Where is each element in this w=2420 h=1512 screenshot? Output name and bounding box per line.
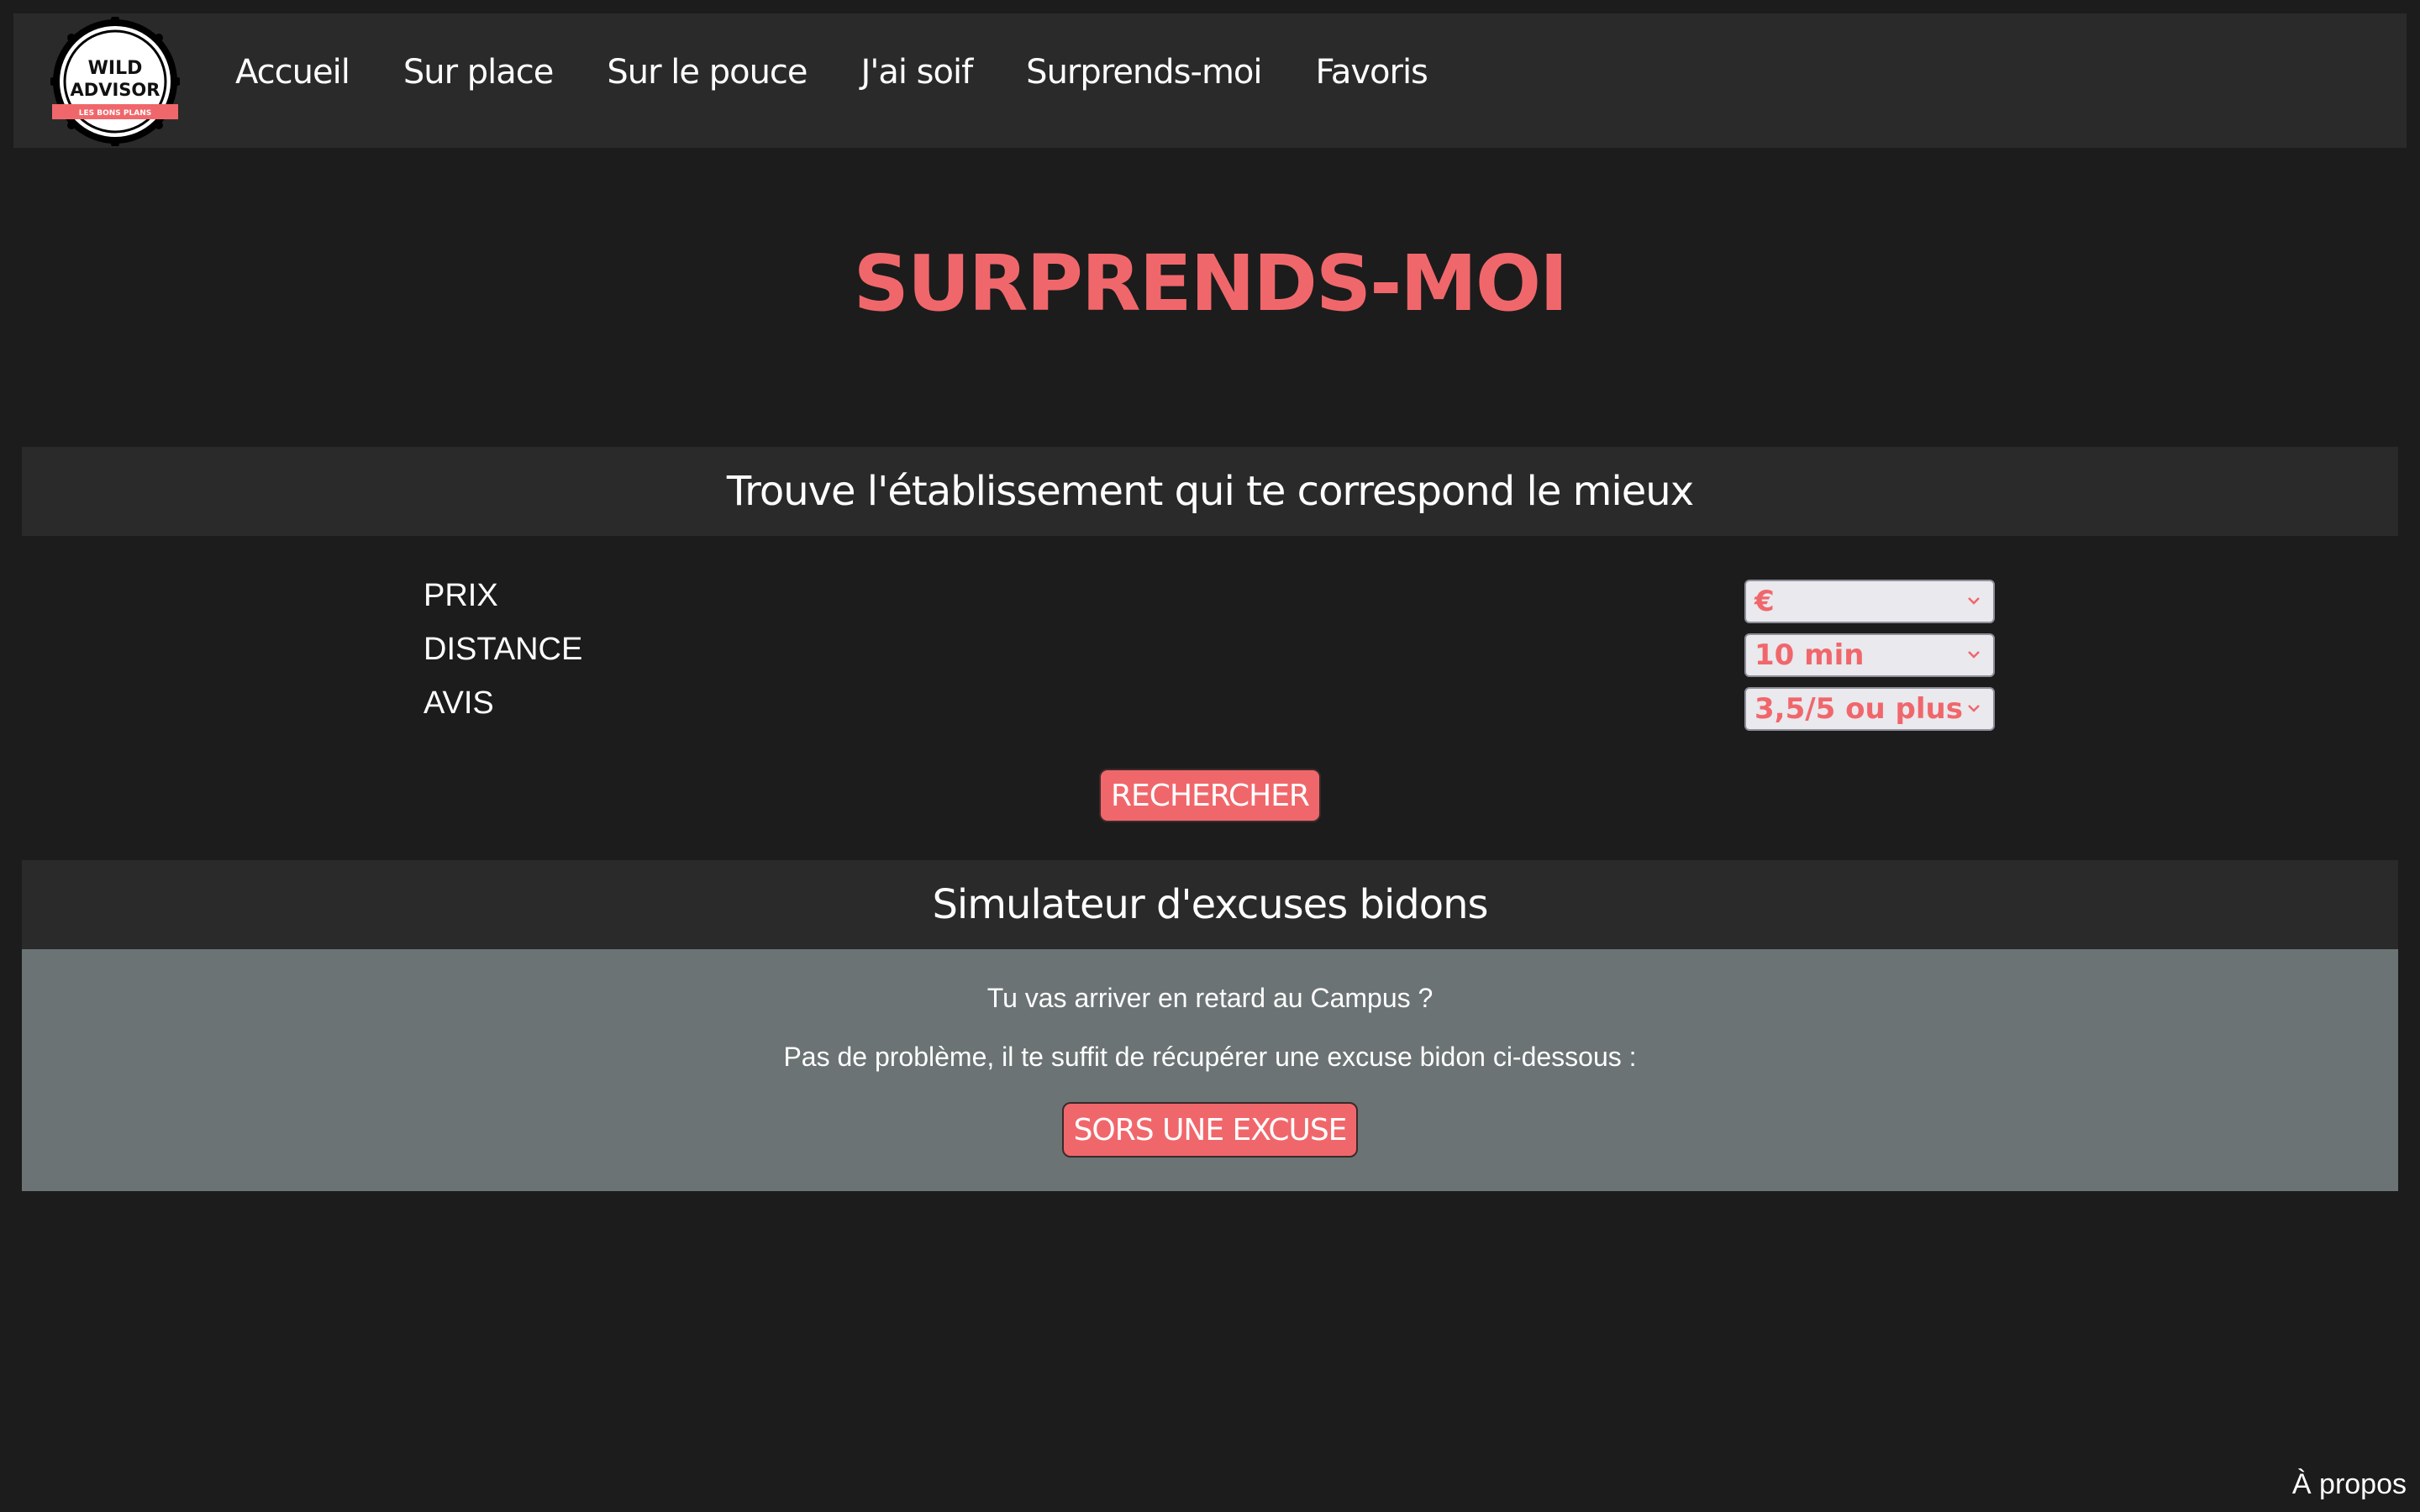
avis-select[interactable]: 3,5/5 ou plus	[1744, 687, 1995, 731]
about-link[interactable]: À propos	[2292, 1468, 2407, 1501]
filter-label-distance: DISTANCE	[424, 632, 583, 667]
filter-label-avis: AVIS	[424, 685, 494, 721]
chevron-down-icon	[1968, 597, 1980, 605]
nav-item-accueil[interactable]: Accueil	[235, 53, 350, 92]
avis-select-value: 3,5/5 ou plus	[1754, 692, 1963, 726]
excuse-question-text: Tu vas arriver en retard au Campus ?	[986, 983, 1434, 1013]
search-section-header: Trouve l'établissement qui te correspond…	[22, 447, 2398, 536]
nav-item-jai-soif[interactable]: J'ai soif	[861, 53, 974, 92]
excuse-instruction-text: Pas de problème, il te suffit de récupér…	[783, 1042, 1637, 1072]
nav-item-sur-le-pouce[interactable]: Sur le pouce	[607, 53, 808, 92]
chevron-down-icon	[1968, 651, 1980, 659]
logo-line1: WILD	[88, 58, 143, 79]
filter-label-prix: PRIX	[424, 578, 498, 613]
wild-advisor-logo[interactable]: WILD ADVISOR LES BONS PLANS	[50, 17, 180, 146]
logo-ribbon-text: LES BONS PLANS	[79, 109, 151, 118]
nav-item-favoris[interactable]: Favoris	[1316, 53, 1428, 92]
generate-excuse-button[interactable]: SORS UNE EXCUSE	[1062, 1102, 1358, 1158]
distance-select-value: 10 min	[1754, 638, 1865, 672]
search-button[interactable]: RECHERCHER	[1099, 769, 1321, 822]
excuse-section-header: Simulateur d'excuses bidons	[22, 860, 2398, 949]
logo-line2: ADVISOR	[71, 80, 160, 100]
page-title: SURPRENDS-MOI	[853, 239, 1569, 328]
chevron-down-icon	[1968, 705, 1980, 712]
distance-select[interactable]: 10 min	[1744, 633, 1995, 677]
nav-item-surprends-moi[interactable]: Surprends-moi	[1026, 53, 1262, 92]
navbar: WILD ADVISOR LES BONS PLANS Accueil Sur …	[13, 13, 2407, 148]
prix-select[interactable]: €	[1744, 580, 1995, 623]
nav-menu: Accueil Sur place Sur le pouce J'ai soif…	[235, 30, 1481, 114]
nav-item-sur-place[interactable]: Sur place	[403, 53, 555, 92]
prix-select-value: €	[1754, 585, 1775, 618]
